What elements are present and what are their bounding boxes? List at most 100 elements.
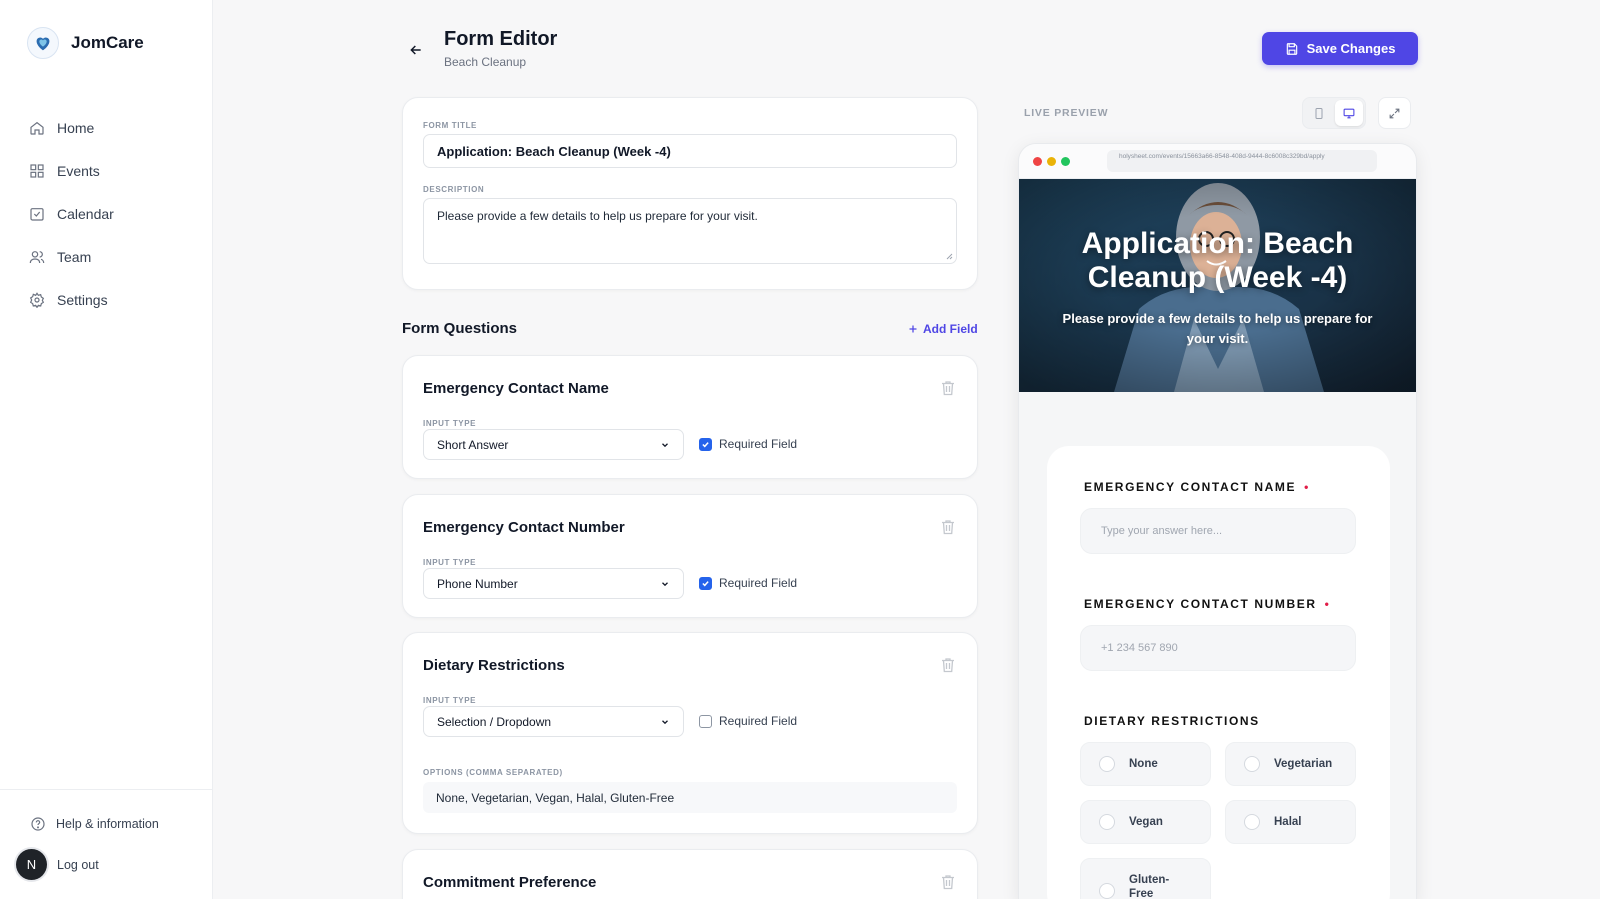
sidebar-item-label: Home	[57, 119, 95, 136]
resize-handle-icon[interactable]	[945, 252, 953, 260]
sidebar-item-events[interactable]: Events	[29, 149, 114, 192]
required-marker: •	[1324, 597, 1331, 611]
trash-icon[interactable]	[941, 519, 955, 535]
preview-frame: holysheet.com/events/15663a66-8548-408d-…	[1018, 143, 1417, 899]
sidebar-item-team[interactable]: Team	[29, 235, 114, 278]
logout-link[interactable]: N Log out	[16, 849, 99, 880]
required-checkbox[interactable]: Required Field	[699, 437, 797, 451]
question-title: Emergency Contact Number	[423, 519, 625, 536]
sidebar: JomCare Home Events Calendar Team Settin…	[0, 0, 213, 899]
option-label: Halal	[1274, 816, 1302, 828]
form-questions-title: Form Questions	[402, 320, 518, 337]
question-title: Emergency Contact Name	[423, 380, 609, 397]
expand-icon	[1389, 108, 1400, 118]
preview-option-vegetarian[interactable]: Vegetarian	[1225, 742, 1356, 786]
mobile-view-button[interactable]	[1305, 100, 1333, 126]
device-toggle	[1302, 97, 1366, 129]
input-type-select[interactable]: Short Answer	[423, 429, 684, 460]
monitor-icon	[1343, 108, 1355, 118]
options-label: OPTIONS (COMMA SEPARATED)	[423, 768, 563, 777]
calendar-check-icon	[30, 207, 44, 221]
option-label: Gluten-Free	[1129, 874, 1170, 899]
sidebar-item-home[interactable]: Home	[29, 106, 114, 149]
gear-icon	[29, 291, 45, 308]
add-field-button[interactable]: Add Field	[907, 322, 978, 336]
hero-banner: Application: Beach Cleanup (Week -4) Ple…	[1019, 179, 1416, 392]
question-card: Dietary Restrictions INPUT TYPE Selectio…	[402, 632, 978, 834]
back-button[interactable]	[404, 38, 428, 62]
page-subtitle: Beach Cleanup	[444, 55, 527, 69]
sidebar-item-label: Events	[57, 162, 100, 179]
help-label: Help & information	[56, 817, 159, 831]
help-link[interactable]: Help & information	[30, 816, 159, 832]
question-card: Commitment Preference	[402, 849, 978, 899]
preview-field-label: EMERGENCY CONTACT NUMBER •	[1084, 597, 1330, 611]
checkbox-checked-icon[interactable]	[699, 576, 712, 590]
preview-phone-input[interactable]: +1 234 567 890	[1080, 625, 1356, 671]
help-circle-icon	[31, 817, 45, 831]
option-label: None	[1129, 758, 1158, 770]
input-type-select[interactable]: Phone Number	[423, 568, 684, 599]
question-card: Emergency Contact Name INPUT TYPE Short …	[402, 355, 978, 479]
preview-option-none[interactable]: None	[1080, 742, 1211, 786]
sidebar-footer: Help & information N Log out	[0, 789, 212, 899]
chevron-down-icon	[662, 442, 668, 447]
input-type-label: INPUT TYPE	[423, 558, 477, 567]
required-label: Required Field	[719, 714, 798, 728]
sidebar-item-calendar[interactable]: Calendar	[29, 192, 114, 235]
required-marker: •	[1304, 480, 1310, 494]
save-icon	[1286, 42, 1297, 55]
sidebar-item-label: Team	[57, 248, 92, 265]
maximize-dot	[1061, 157, 1070, 166]
sidebar-item-label: Calendar	[57, 205, 114, 222]
required-checkbox[interactable]: Required Field	[699, 714, 797, 728]
close-dot	[1033, 157, 1042, 166]
minimize-dot	[1047, 157, 1056, 166]
save-label: Save Changes	[1306, 41, 1396, 56]
save-changes-button[interactable]: Save Changes	[1262, 32, 1418, 65]
input-type-label: INPUT TYPE	[423, 419, 477, 428]
radio-icon	[1099, 756, 1115, 772]
brand-name: JomCare	[71, 33, 144, 52]
fullscreen-button[interactable]	[1378, 97, 1411, 129]
question-title: Dietary Restrictions	[423, 657, 565, 674]
preview-option-vegan[interactable]: Vegan	[1080, 800, 1211, 844]
form-title-input[interactable]: Application: Beach Cleanup (Week -4)	[423, 134, 957, 168]
jomcare-logo-icon	[27, 27, 59, 59]
preview-hero-description: Please provide a few details to help us …	[1062, 311, 1373, 346]
checkbox-checked-icon[interactable]	[699, 437, 712, 451]
arrow-left-icon	[410, 45, 421, 55]
description-textarea[interactable]: Please provide a few details to help us …	[423, 198, 957, 264]
trash-icon[interactable]	[941, 657, 955, 673]
form-details-card: FORM TITLE Application: Beach Cleanup (W…	[402, 97, 978, 290]
preview-option-gluten-free[interactable]: Gluten-Free	[1080, 858, 1211, 899]
preview-option-halal[interactable]: Halal	[1225, 800, 1356, 844]
preview-field-label: EMERGENCY CONTACT NAME •	[1084, 480, 1310, 494]
description-label: DESCRIPTION	[423, 185, 485, 194]
grid-icon	[30, 163, 44, 178]
preview-hero-title: Application: Beach Cleanup (Week -4)	[1081, 227, 1354, 294]
trash-icon[interactable]	[941, 874, 955, 890]
radio-icon	[1244, 756, 1260, 772]
input-type-value: Short Answer	[437, 437, 509, 452]
desktop-view-button[interactable]	[1335, 100, 1363, 126]
brand[interactable]: JomCare	[27, 27, 144, 59]
chevron-down-icon	[662, 581, 668, 586]
plus-icon	[909, 325, 917, 333]
radio-icon	[1099, 883, 1115, 899]
chevron-down-icon	[662, 719, 668, 724]
trash-icon[interactable]	[941, 380, 955, 396]
avatar: N	[16, 849, 47, 880]
preview-name-input[interactable]: Type your answer here...	[1080, 508, 1356, 554]
sidebar-item-settings[interactable]: Settings	[29, 278, 114, 321]
options-input[interactable]: None, Vegetarian, Vegan, Halal, Gluten-F…	[423, 782, 957, 813]
input-type-select[interactable]: Selection / Dropdown	[423, 706, 684, 737]
input-type-value: Phone Number	[437, 576, 518, 591]
required-checkbox[interactable]: Required Field	[699, 576, 797, 590]
live-preview-label: LIVE PREVIEW	[1024, 107, 1109, 119]
form-title-label: FORM TITLE	[423, 121, 477, 130]
checkbox-unchecked-icon[interactable]	[699, 714, 712, 728]
page-title: Form Editor	[444, 28, 558, 50]
sidebar-item-label: Settings	[57, 291, 108, 308]
radio-icon	[1244, 814, 1260, 830]
